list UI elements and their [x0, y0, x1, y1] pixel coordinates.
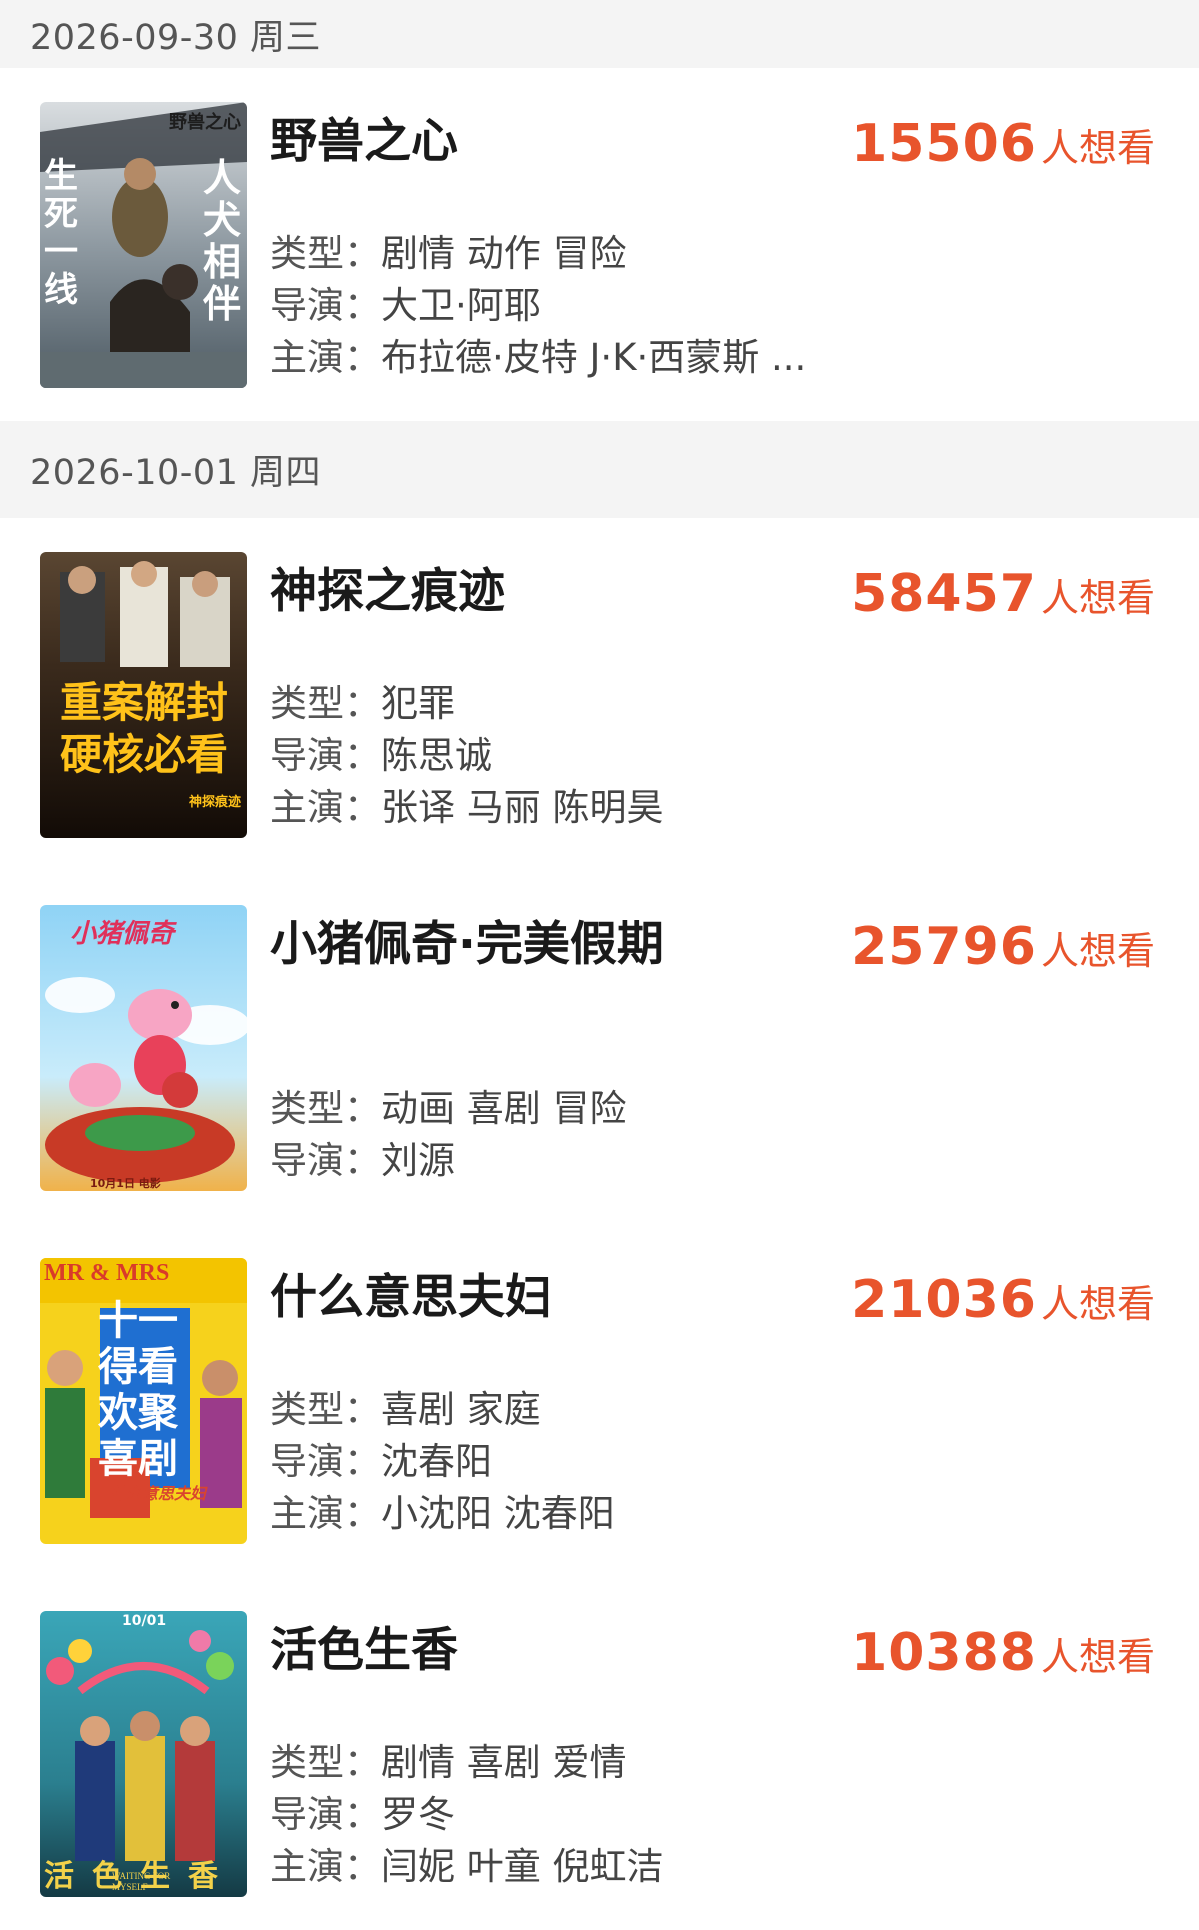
director-value: 陈思诚 [381, 734, 492, 777]
poster-small-text: 什么意思夫妇 [110, 1484, 207, 1503]
director-row: 导演：大卫·阿耶 [270, 280, 541, 332]
want-suffix: 人想看 [1040, 1635, 1155, 1679]
genre-label: 类型： [270, 682, 381, 725]
cast-value: 布拉德·皮特 J·K·西蒙斯 ... [381, 336, 807, 379]
movie-item[interactable]: 野兽之心 生死一线 人犬相伴 野兽之心 15506 人想看 类型：剧情 动作 冒… [0, 68, 1199, 421]
poster-text-right: 人犬相伴 [203, 156, 242, 326]
want-count: 58457 人想看 [851, 564, 1155, 624]
genre-row: 类型：犯罪 [270, 678, 455, 730]
want-number: 58457 [851, 564, 1037, 624]
poster-title-top: 野兽之心 [169, 112, 241, 133]
director-label: 导演： [270, 284, 381, 327]
want-suffix: 人想看 [1040, 126, 1155, 170]
movie-poster[interactable]: 重案解封硬核必看 神探痕迹 [40, 552, 247, 838]
want-number: 21036 [851, 1270, 1037, 1330]
poster-main-text: 重案解封硬核必看 [59, 678, 228, 779]
movie-item[interactable]: MR & MRS 十一得看欢聚喜剧 什么意思夫妇 什么意思夫妇 21036 人想… [0, 1224, 1199, 1577]
poster-main-text: 十一得看欢聚喜剧 [98, 1298, 178, 1482]
genre-value: 喜剧 家庭 [381, 1388, 541, 1431]
genre-value: 剧情 喜剧 爱情 [381, 1741, 627, 1784]
director-row: 导演：罗冬 [270, 1789, 455, 1841]
movie-poster[interactable]: MR & MRS 十一得看欢聚喜剧 什么意思夫妇 [40, 1258, 247, 1544]
date-label: 2026-09-30 周三 [30, 17, 322, 58]
cast-row: 主演：张译 马丽 陈明昊 [270, 782, 664, 834]
want-suffix: 人想看 [1040, 929, 1155, 973]
cast-label: 主演： [270, 336, 381, 379]
genre-label: 类型： [270, 1388, 381, 1431]
poster-top-text: MR & MRS [44, 1260, 170, 1286]
movie-title[interactable]: 活色生香 [270, 1611, 458, 1680]
poster-main-text: 小猪佩奇 [70, 919, 175, 949]
cast-label: 主演： [270, 786, 381, 829]
cast-value: 张译 马丽 陈明昊 [381, 786, 664, 829]
director-row: 导演：陈思诚 [270, 730, 492, 782]
director-row: 导演：沈春阳 [270, 1436, 492, 1488]
movie-poster[interactable]: 10/01 活色生香 WAITING FOR MYSELF [40, 1611, 247, 1897]
director-value: 刘源 [381, 1139, 455, 1182]
movie-item[interactable]: 重案解封硬核必看 神探痕迹 神探之痕迹 58457 人想看 类型：犯罪 导演：陈… [0, 518, 1199, 871]
poster-small-text: 10月1日 电影 [90, 1177, 161, 1190]
director-label: 导演： [270, 1793, 381, 1836]
director-value: 大卫·阿耶 [381, 284, 541, 327]
want-number: 15506 [851, 114, 1037, 174]
genre-value: 剧情 动作 冒险 [381, 232, 627, 275]
date-label: 2026-10-01 周四 [30, 453, 322, 493]
want-count: 10388 人想看 [851, 1623, 1155, 1683]
cast-label: 主演： [270, 1492, 381, 1535]
genre-row: 类型：喜剧 家庭 [270, 1384, 541, 1436]
genre-label: 类型： [270, 232, 381, 275]
genre-label: 类型： [270, 1741, 381, 1784]
director-value: 罗冬 [381, 1793, 455, 1836]
cast-row: 主演：小沈阳 沈春阳 [270, 1488, 615, 1540]
movie-title[interactable]: 野兽之心 [270, 102, 458, 171]
date-header: 2026-09-30 周三 [0, 0, 1199, 68]
director-label: 导演： [270, 1440, 381, 1483]
director-row: 导演：刘源 [270, 1135, 455, 1187]
poster-small-text: 神探痕迹 [188, 795, 241, 810]
want-suffix: 人想看 [1040, 576, 1155, 620]
want-number: 25796 [851, 917, 1037, 977]
want-count: 25796 人想看 [851, 917, 1155, 977]
cast-value: 小沈阳 沈春阳 [381, 1492, 615, 1535]
poster-small-text: WAITING FOR MYSELF [112, 1871, 171, 1892]
genre-row: 类型：剧情 喜剧 爱情 [270, 1737, 627, 1789]
movie-title[interactable]: 神探之痕迹 [270, 552, 505, 621]
poster-top-text: 10/01 [122, 1613, 167, 1629]
genre-label: 类型： [270, 1087, 381, 1130]
want-number: 10388 [851, 1623, 1037, 1683]
want-count: 21036 人想看 [851, 1270, 1155, 1330]
poster-text-left: 生死一线 [44, 156, 78, 310]
genre-value: 动画 喜剧 冒险 [381, 1087, 627, 1130]
movie-title[interactable]: 什么意思夫妇 [270, 1258, 552, 1327]
want-count: 15506 人想看 [851, 114, 1155, 174]
movie-title[interactable]: 小猪佩奇·完美假期 [270, 905, 664, 974]
cast-row: 主演：布拉德·皮特 J·K·西蒙斯 ... [270, 332, 806, 384]
director-label: 导演： [270, 1139, 381, 1182]
genre-row: 类型：剧情 动作 冒险 [270, 228, 627, 280]
genre-row: 类型：动画 喜剧 冒险 [270, 1083, 627, 1135]
date-header: 2026-10-01 周四 [0, 421, 1199, 518]
cast-row: 主演：闫妮 叶童 倪虹洁 [270, 1841, 664, 1893]
director-value: 沈春阳 [381, 1440, 492, 1483]
movie-item[interactable]: 小猪佩奇 10月1日 电影 小猪佩奇·完美假期 25796 人想看 类型：动画 … [0, 871, 1199, 1224]
director-label: 导演： [270, 734, 381, 777]
movie-poster[interactable]: 小猪佩奇 10月1日 电影 [40, 905, 247, 1191]
want-suffix: 人想看 [1040, 1282, 1155, 1326]
cast-label: 主演： [270, 1845, 381, 1888]
movie-item[interactable]: 10/01 活色生香 WAITING FOR MYSELF 活色生香 10388… [0, 1577, 1199, 1930]
cast-value: 闫妮 叶童 倪虹洁 [381, 1845, 664, 1888]
movie-poster[interactable]: 野兽之心 生死一线 人犬相伴 [40, 102, 247, 388]
genre-value: 犯罪 [381, 682, 455, 725]
